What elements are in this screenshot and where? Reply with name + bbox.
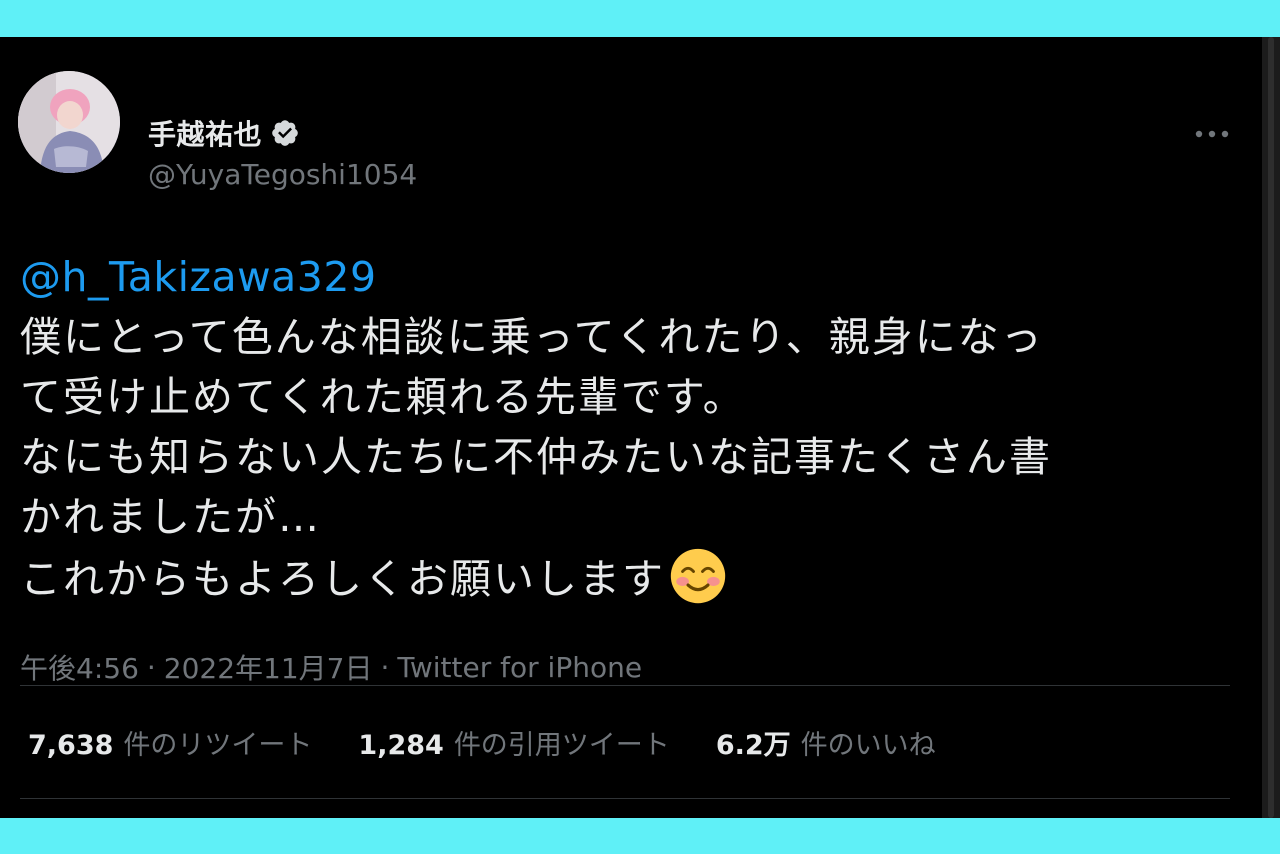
tweet-text: @h_Takizawa329 僕にとって色んな相談に乗ってくれたり、親身になっ … [20, 247, 1235, 609]
like-count: 6.2万 [715, 730, 791, 761]
likes-stat[interactable]: 6.2万 件のいいね [716, 723, 936, 762]
author-name-row: 手越祐也 [148, 115, 300, 151]
tweet-line-1: 僕にとって色んな相談に乗ってくれたり、親身になっ [20, 313, 1044, 361]
retweets-stat[interactable]: 7,638 件のリツイート [28, 723, 312, 762]
like-label: 件のいいね [800, 730, 936, 761]
verified-badge-icon [272, 120, 298, 146]
tweet-time[interactable]: 午後4:56 [20, 647, 139, 687]
quote-count: 1,284 [358, 730, 444, 761]
screenshot-frame: 手越祐也 @YuyaTegoshi1054 @h_Takizawa329 僕にと… [0, 0, 1280, 854]
more-horizontal-icon [1195, 130, 1229, 138]
quote-tweets-stat[interactable]: 1,284 件の引用ツイート [358, 723, 669, 762]
tweet-line-2: て受け止めてくれた頼れる先輩です。 [20, 373, 746, 421]
avatar[interactable] [18, 71, 120, 173]
divider [20, 798, 1230, 799]
scrollbar-thumb[interactable] [1268, 37, 1274, 818]
tweet-line-5-wrap: これからもよろしくお願いします [20, 547, 1235, 609]
tweet-card: 手越祐也 @YuyaTegoshi1054 @h_Takizawa329 僕にと… [0, 37, 1262, 818]
mention-link[interactable]: @h_Takizawa329 [20, 247, 1235, 307]
display-name[interactable]: 手越祐也 [148, 113, 262, 153]
tweet-meta: 午後4:56 · 2022年11月7日 · Twitter for iPhone [20, 647, 642, 687]
author-handle[interactable]: @YuyaTegoshi1054 [148, 158, 417, 191]
quote-label: 件の引用ツイート [453, 730, 670, 761]
smiling-face-with-smiling-eyes-emoji [670, 548, 726, 604]
profile-photo [18, 71, 120, 173]
retweet-label: 件のリツイート [123, 730, 313, 761]
divider [20, 685, 1230, 686]
retweet-count: 7,638 [28, 730, 114, 761]
more-options-button[interactable] [1190, 119, 1234, 149]
tweet-line-5: これからもよろしくお願いします [20, 555, 665, 603]
scrollbar[interactable] [1262, 37, 1280, 818]
meta-separator: · [146, 650, 156, 684]
engagement-stats: 7,638 件のリツイート 1,284 件の引用ツイート 6.2万 件のいいね [28, 723, 982, 762]
tweet-date[interactable]: 2022年11月7日 [164, 647, 373, 687]
tweet-source[interactable]: Twitter for iPhone [397, 651, 642, 684]
meta-separator: · [380, 650, 390, 684]
tweet-line-3: なにも知らない人たちに不仲みたいな記事たくさん書 [20, 433, 1052, 481]
tweet-line-4: かれましたが… [20, 493, 321, 541]
